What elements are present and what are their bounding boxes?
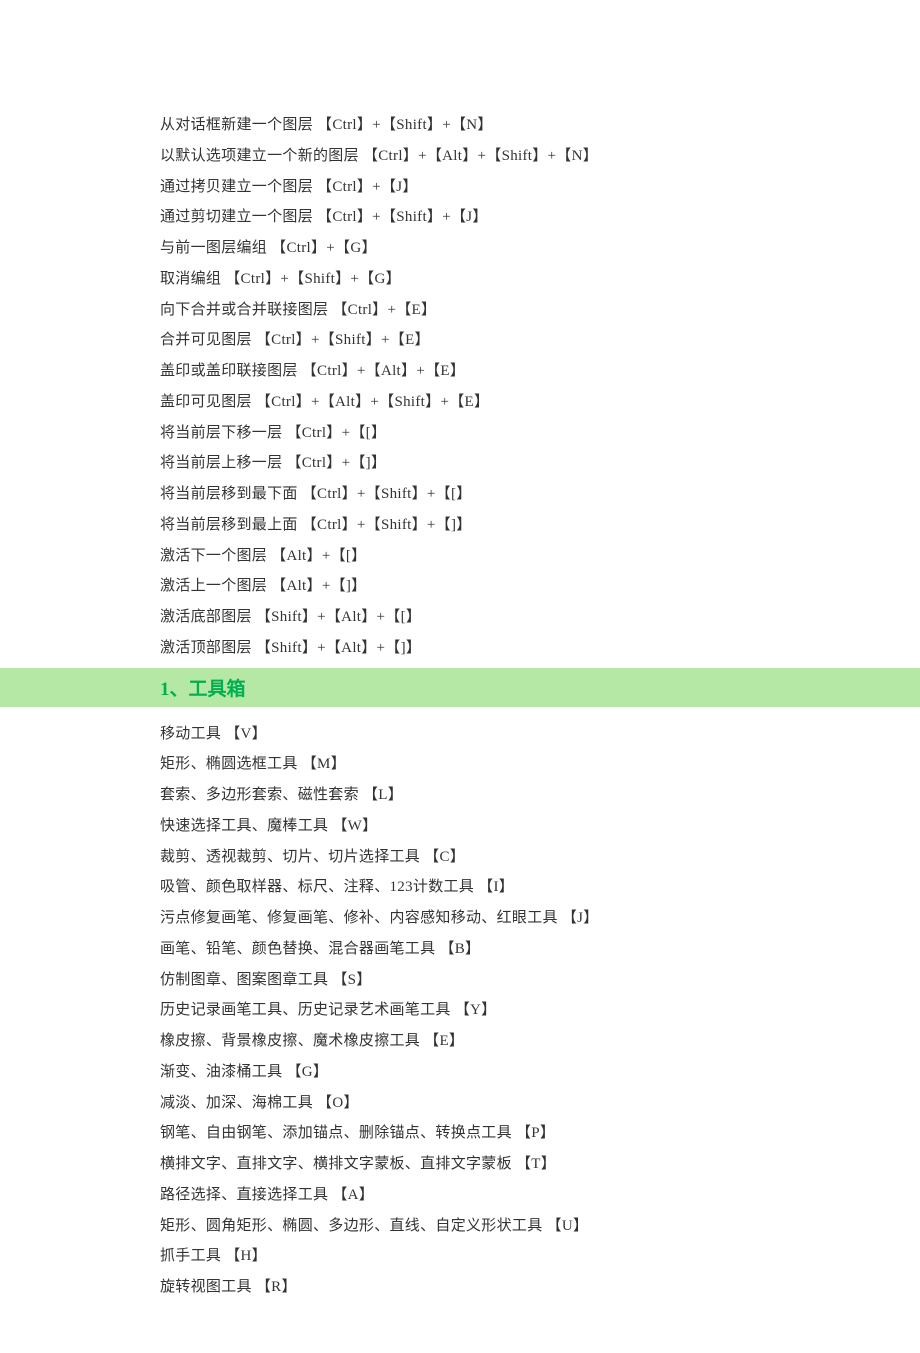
shortcut-line: 激活底部图层 【Shift】+【Alt】+【[】 [160, 602, 920, 633]
shortcut-line: 激活顶部图层 【Shift】+【Alt】+【]】 [160, 633, 920, 664]
shortcut-line: 将当前层移到最上面 【Ctrl】+【Shift】+【]】 [160, 510, 920, 541]
shortcut-line: 快速选择工具、魔棒工具 【W】 [160, 811, 920, 842]
shortcut-line: 以默认选项建立一个新的图层 【Ctrl】+【Alt】+【Shift】+【N】 [160, 141, 920, 172]
shortcut-line: 橡皮擦、背景橡皮擦、魔术橡皮擦工具 【E】 [160, 1026, 920, 1057]
shortcut-line: 矩形、圆角矩形、椭圆、多边形、直线、自定义形状工具 【U】 [160, 1211, 920, 1242]
shortcut-line: 横排文字、直排文字、横排文字蒙板、直排文字蒙板 【T】 [160, 1149, 920, 1180]
shortcut-line: 通过剪切建立一个图层 【Ctrl】+【Shift】+【J】 [160, 202, 920, 233]
section-toolbox-shortcuts: 移动工具 【V】 矩形、椭圆选框工具 【M】 套索、多边形套索、磁性套索 【L】… [0, 719, 920, 1303]
shortcut-line: 旋转视图工具 【R】 [160, 1272, 920, 1303]
shortcut-line: 将当前层下移一层 【Ctrl】+【[】 [160, 418, 920, 449]
shortcut-line: 污点修复画笔、修复画笔、修补、内容感知移动、红眼工具 【J】 [160, 903, 920, 934]
shortcut-line: 通过拷贝建立一个图层 【Ctrl】+【J】 [160, 172, 920, 203]
shortcut-line: 盖印或盖印联接图层 【Ctrl】+【Alt】+【E】 [160, 356, 920, 387]
shortcut-line: 矩形、椭圆选框工具 【M】 [160, 749, 920, 780]
shortcut-line: 渐变、油漆桶工具 【G】 [160, 1057, 920, 1088]
shortcut-line: 套索、多边形套索、磁性套索 【L】 [160, 780, 920, 811]
shortcut-line: 将当前层移到最下面 【Ctrl】+【Shift】+【[】 [160, 479, 920, 510]
shortcut-line: 取消编组 【Ctrl】+【Shift】+【G】 [160, 264, 920, 295]
shortcut-line: 合并可见图层 【Ctrl】+【Shift】+【E】 [160, 325, 920, 356]
shortcut-line: 激活上一个图层 【Alt】+【]】 [160, 571, 920, 602]
shortcut-line: 减淡、加深、海棉工具 【O】 [160, 1088, 920, 1119]
shortcut-line: 抓手工具 【H】 [160, 1241, 920, 1272]
shortcut-line: 从对话框新建一个图层 【Ctrl】+【Shift】+【N】 [160, 110, 920, 141]
shortcut-line: 仿制图章、图案图章工具 【S】 [160, 965, 920, 996]
shortcut-line: 画笔、铅笔、颜色替换、混合器画笔工具 【B】 [160, 934, 920, 965]
shortcut-line: 路径选择、直接选择工具 【A】 [160, 1180, 920, 1211]
shortcut-line: 盖印可见图层 【Ctrl】+【Alt】+【Shift】+【E】 [160, 387, 920, 418]
section-header-toolbox: 1、工具箱 [0, 668, 920, 707]
shortcut-line: 吸管、颜色取样器、标尺、注释、123计数工具 【I】 [160, 872, 920, 903]
shortcut-line: 与前一图层编组 【Ctrl】+【G】 [160, 233, 920, 264]
shortcut-line: 移动工具 【V】 [160, 719, 920, 750]
section-layer-shortcuts: 从对话框新建一个图层 【Ctrl】+【Shift】+【N】 以默认选项建立一个新… [0, 110, 920, 664]
shortcut-line: 钢笔、自由钢笔、添加锚点、删除锚点、转换点工具 【P】 [160, 1118, 920, 1149]
shortcut-line: 历史记录画笔工具、历史记录艺术画笔工具 【Y】 [160, 995, 920, 1026]
shortcut-line: 向下合并或合并联接图层 【Ctrl】+【E】 [160, 295, 920, 326]
shortcut-line: 激活下一个图层 【Alt】+【[】 [160, 541, 920, 572]
shortcut-line: 将当前层上移一层 【Ctrl】+【]】 [160, 448, 920, 479]
shortcut-line: 裁剪、透视裁剪、切片、切片选择工具 【C】 [160, 842, 920, 873]
